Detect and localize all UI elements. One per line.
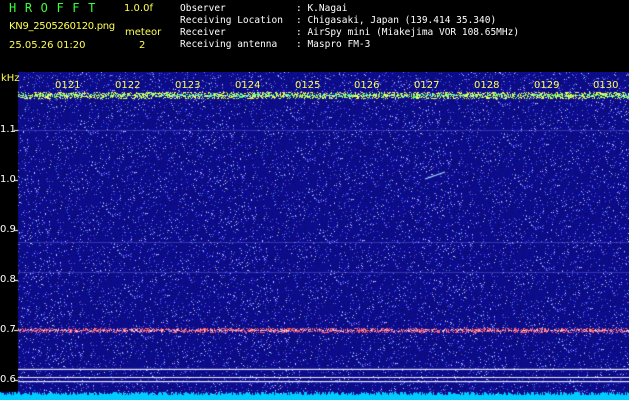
y-tick-label: 0.6: [0, 374, 16, 385]
spectrogram-canvas: [0, 72, 629, 400]
y-tick-label: 0.7: [0, 324, 16, 335]
time-label: 0130: [593, 80, 619, 91]
meteor-count: 2: [139, 40, 146, 51]
datetime-label: 25.05.26 01:20: [9, 40, 86, 51]
meteor-label: meteor: [125, 27, 162, 38]
location-key: Receiving Location: [180, 15, 283, 26]
y-tick-label: 1.0: [0, 174, 16, 185]
y-tick-label: 0.8: [0, 274, 16, 285]
time-label: 0127: [414, 80, 440, 91]
time-label: 0128: [474, 80, 500, 91]
observer-key: Observer: [180, 3, 226, 14]
y-tick-label: 1.1: [0, 124, 16, 135]
location-value: : Chigasaki, Japan (139.414 35.340): [296, 15, 497, 26]
version-label: 1.0.0f: [124, 3, 153, 14]
receiver-key: Receiver: [180, 27, 226, 38]
header-panel: HROFFT 1.0.0f KN9_2505260120.png meteor …: [0, 0, 629, 72]
time-label: 0125: [295, 80, 321, 91]
time-label: 0123: [175, 80, 201, 91]
app-title: HROFFT: [9, 1, 104, 15]
y-tick-label: 0.9: [0, 224, 16, 235]
receiver-value: : AirSpy mini (Miakejima VOR 108.65MHz): [296, 27, 520, 38]
filename-label: KN9_2505260120.png: [9, 21, 115, 32]
time-label: 0126: [354, 80, 380, 91]
antenna-value: : Maspro FM-3: [296, 39, 371, 50]
time-label: 0121: [55, 80, 81, 91]
time-label: 0124: [235, 80, 261, 91]
time-label: 0122: [115, 80, 141, 91]
y-axis-unit: kHz: [1, 73, 20, 84]
antenna-key: Receiving antenna: [180, 39, 278, 50]
time-label: 0129: [534, 80, 560, 91]
observer-value: : K.Nagai: [296, 3, 348, 14]
